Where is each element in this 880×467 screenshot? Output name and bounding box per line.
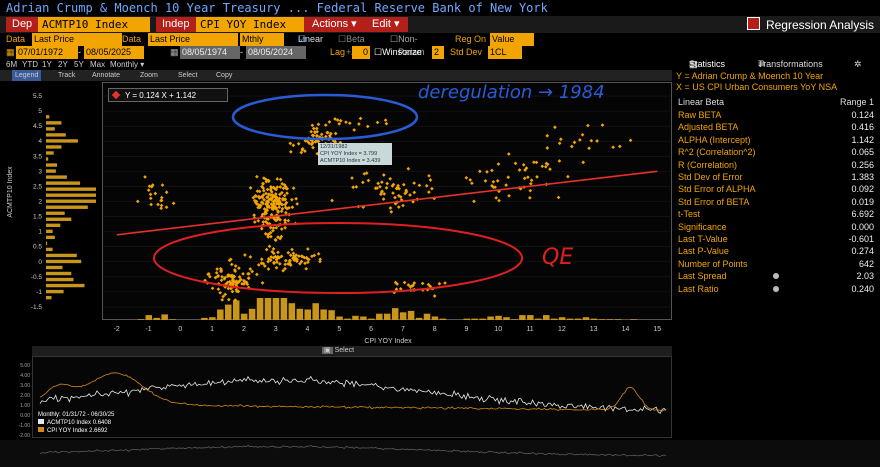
series2-name: CPI YOY Index	[47, 428, 88, 434]
ts-y-tick-label: 2.00	[20, 393, 30, 399]
timeseries-chart-svg: 5.00 4.00 3.00 2.00 1.00 0.00 -1.00 -2.00	[0, 363, 880, 467]
ts-legend-series2: CPI YOY Index 2.6692	[38, 427, 178, 435]
ts-legend-series1: ACMTP10 Index 0.6408	[38, 419, 178, 427]
ts-y-tick-label: 5.00	[20, 363, 30, 369]
series1-value: 0.6408	[92, 420, 112, 426]
series2-value: 2.6692	[89, 428, 108, 434]
ts-y-tick-label: 1.00	[20, 403, 30, 409]
series1-name: ACMTP10 Index	[47, 420, 92, 426]
series1-swatch	[38, 419, 44, 424]
ts-y-tick-label: 0.00	[20, 413, 30, 419]
ts-y-tick-label: -2.00	[19, 433, 31, 439]
ts-y-tick-label: 4.00	[20, 373, 30, 379]
ts-legend-title: Monthly: 01/31/72 - 06/30/25	[38, 412, 115, 418]
series2-swatch	[38, 427, 44, 432]
timeseries-legend: Monthly: 01/31/72 - 06/30/25 ACMTP10 Ind…	[38, 412, 178, 435]
timeline-navigator	[0, 440, 880, 467]
ts-y-tick-label: 3.00	[20, 383, 30, 389]
ts-y-tick-label: -1.00	[19, 423, 31, 429]
series-cpi-line	[39, 372, 667, 412]
series-acmtp10-line	[39, 375, 667, 415]
